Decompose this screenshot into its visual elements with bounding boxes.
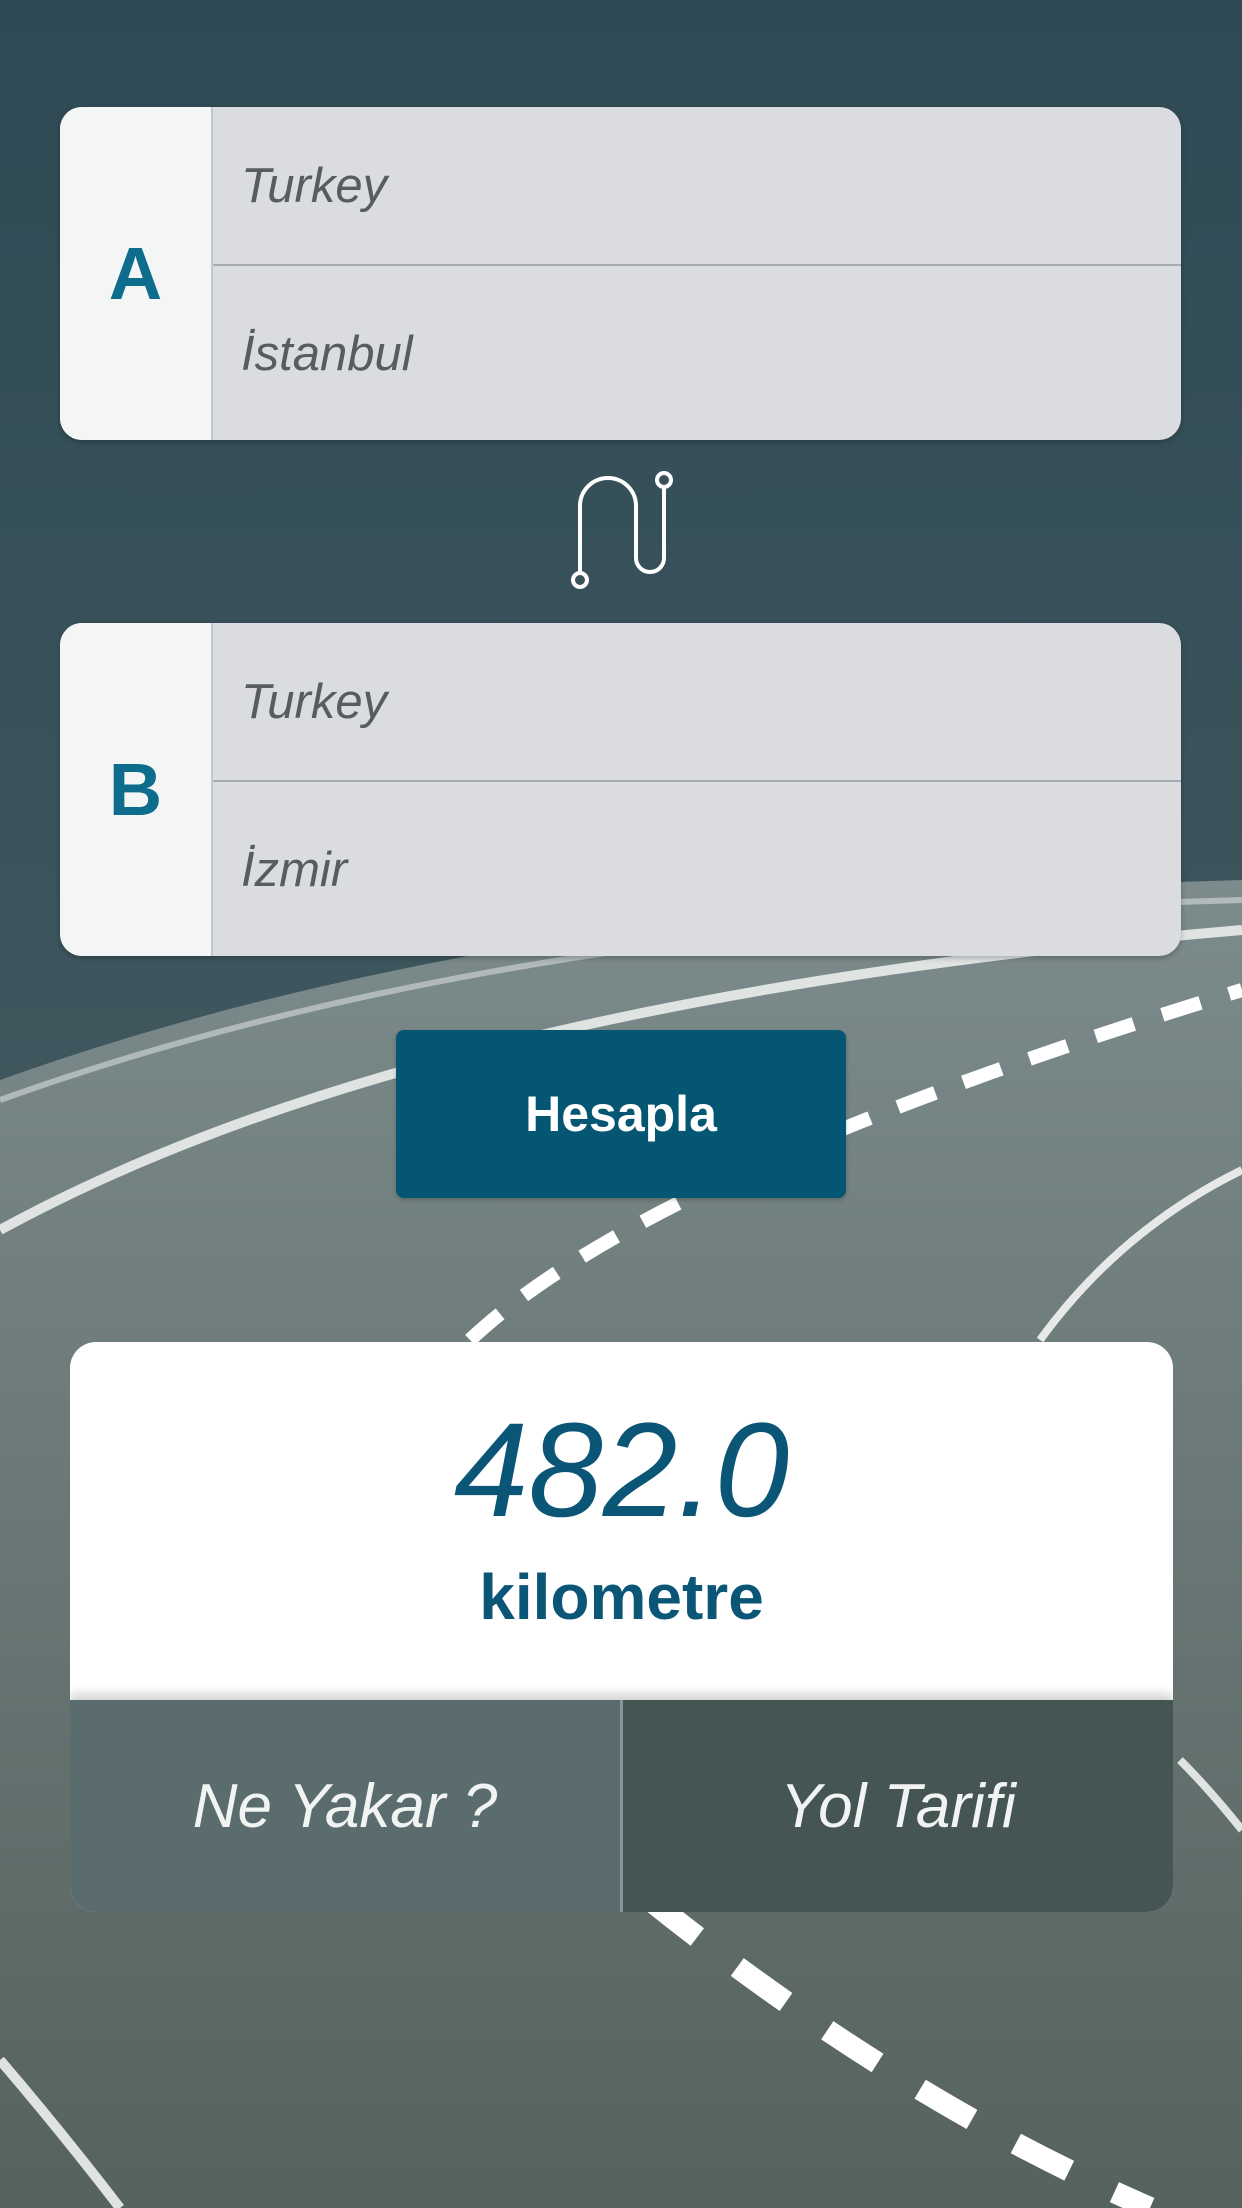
destination-letter: B [60,623,213,956]
result-actions: Ne Yakar ? Yol Tarifi [70,1700,1173,1912]
destination-city-field[interactable]: İzmir [213,784,1181,956]
fuel-consumption-button[interactable]: Ne Yakar ? [70,1700,623,1912]
origin-country-value: Turkey [241,158,388,213]
origin-card: A Turkey İstanbul [60,107,1181,440]
destination-country-value: Turkey [241,674,388,729]
destination-card: B Turkey İzmir [60,623,1181,956]
destination-country-field[interactable]: Turkey [213,623,1181,782]
origin-country-field[interactable]: Turkey [213,107,1181,266]
origin-city-field[interactable]: İstanbul [213,268,1181,440]
destination-city-value: İzmir [241,843,348,897]
origin-city-value: İstanbul [241,327,413,381]
origin-letter: A [60,107,213,440]
result-panel: 482.0 kilometre Ne Yakar ? Yol Tarifi [70,1342,1173,1912]
distance-unit: kilometre [479,1561,764,1633]
distance-value: 482.0 [453,1396,790,1545]
calculate-button[interactable]: Hesapla [396,1030,846,1198]
route-path-icon [571,471,673,589]
directions-button[interactable]: Yol Tarifi [623,1700,1173,1912]
